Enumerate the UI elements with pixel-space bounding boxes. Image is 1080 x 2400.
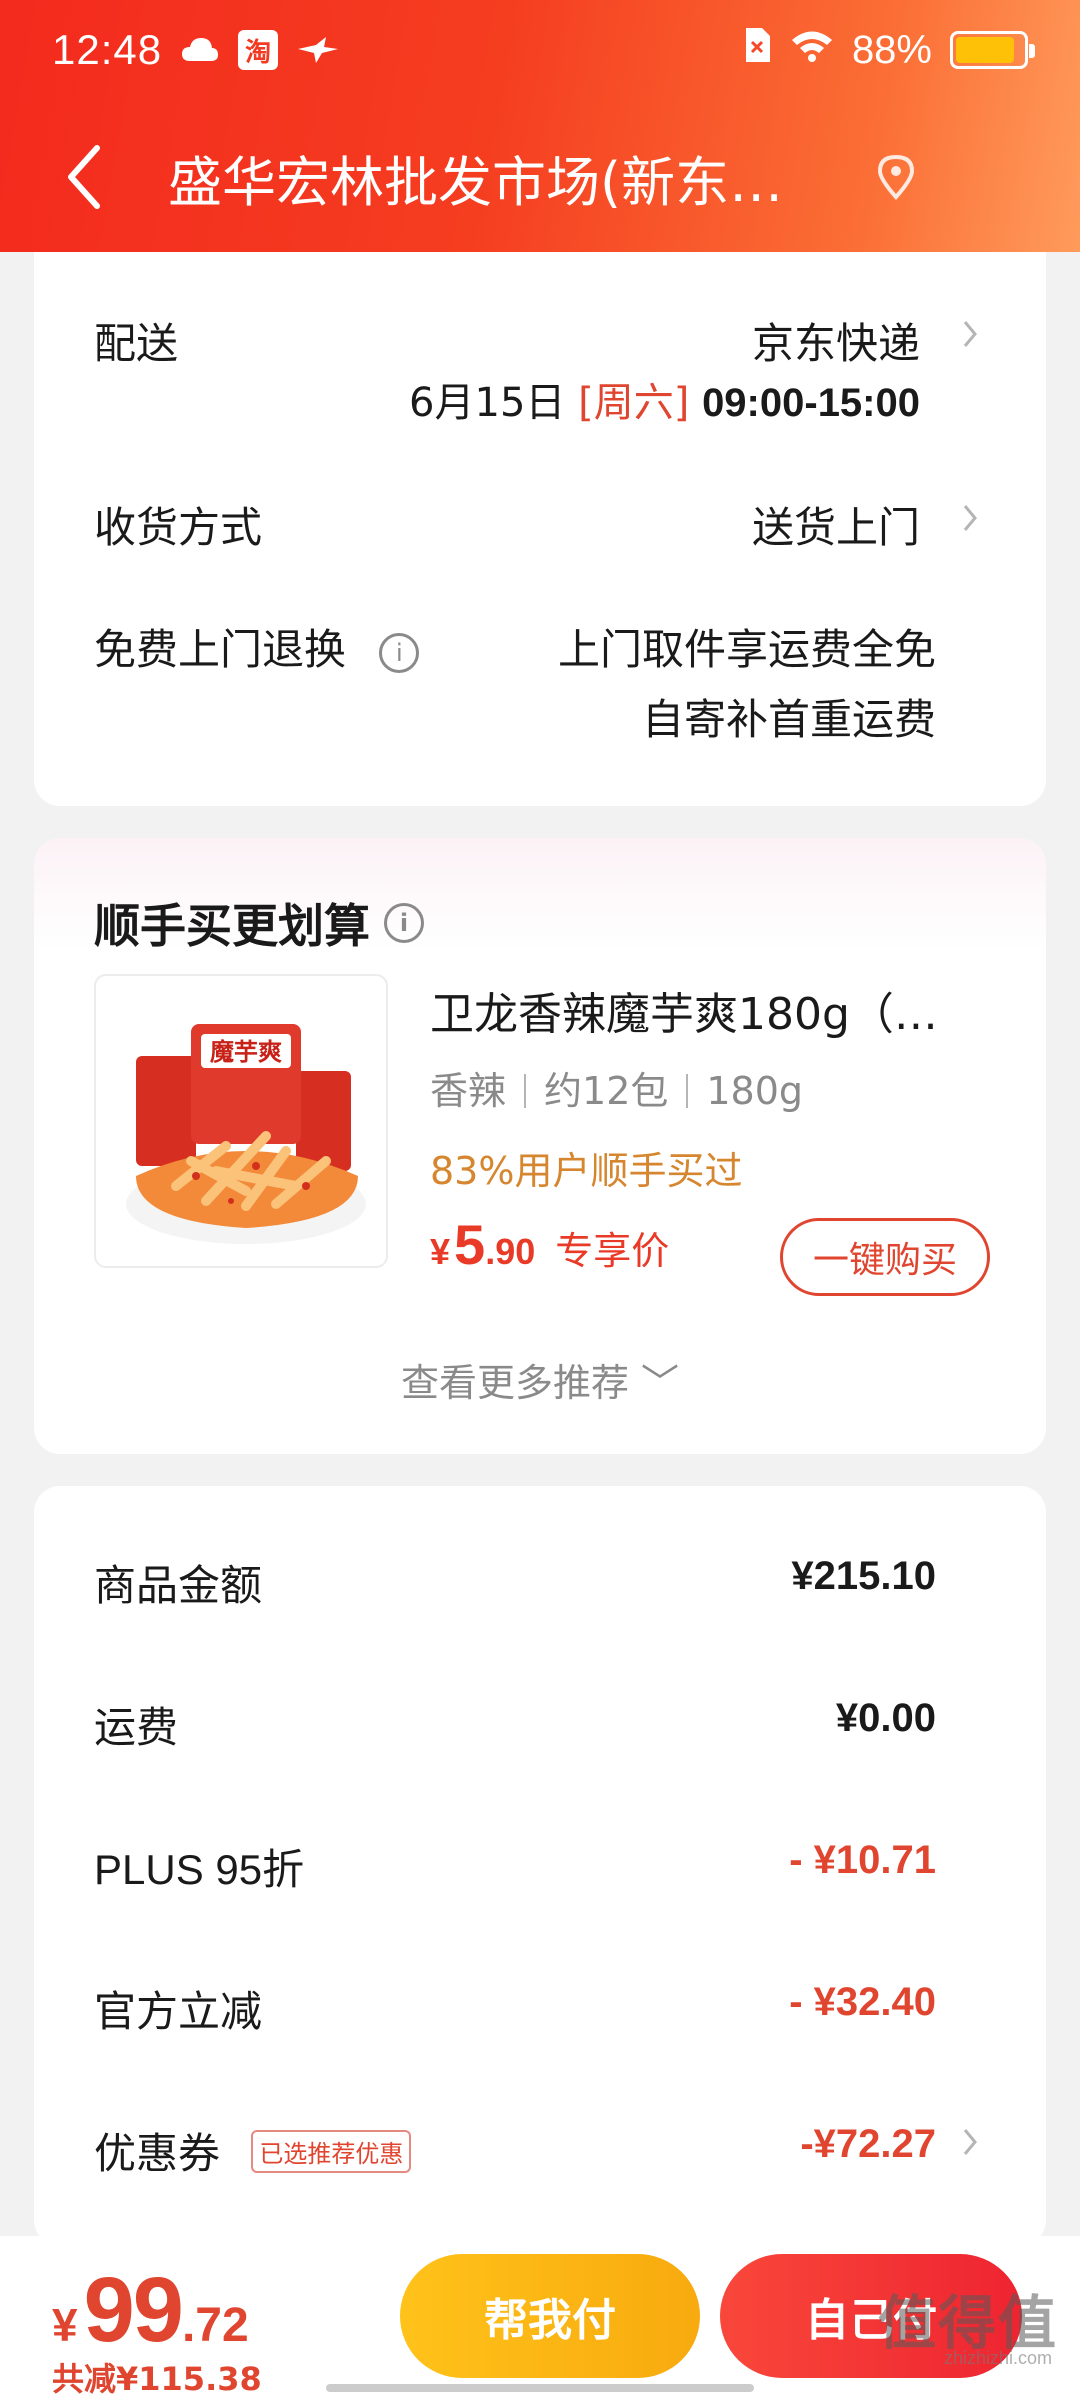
delivery-card: 配送 京东快递 6月15日 [周六] 09:00-15:00 收货方式 送货上门… bbox=[34, 190, 1046, 806]
spec-divider bbox=[686, 1074, 689, 1108]
total-price: ¥ 99 .72 bbox=[52, 2258, 249, 2363]
delivery-date[interactable]: 6月15日 [周六] 09:00-15:00 bbox=[409, 370, 920, 428]
product-hint: 83%用户顺手买过 bbox=[430, 1149, 743, 1193]
free-return-value-2: 自寄补首重运费 bbox=[641, 695, 936, 744]
delivery-value[interactable]: 京东快递 bbox=[752, 310, 920, 371]
product-name[interactable]: 卫龙香辣魔芋爽180g（… bbox=[430, 978, 990, 1042]
nav-bar: 盛华宏林批发市场(新东… bbox=[0, 132, 1080, 222]
product-image[interactable]: 魔芋爽 bbox=[94, 974, 388, 1268]
location-pin-icon bbox=[877, 154, 915, 201]
more-recommend-link[interactable]: 查看更多推荐 ﹀ bbox=[34, 1352, 1046, 1407]
free-return-text: 免费上门退换 bbox=[94, 625, 347, 674]
wifi-icon bbox=[790, 28, 834, 73]
pay-for-me-button[interactable]: 帮我付 bbox=[400, 2254, 700, 2378]
sim-off-icon bbox=[742, 26, 772, 74]
delivery-label: 配送 bbox=[94, 319, 179, 368]
one-click-buy-button[interactable]: 一键购买 bbox=[780, 1218, 990, 1296]
spec-divider bbox=[524, 1074, 527, 1108]
taobao-icon: 淘 bbox=[238, 30, 279, 70]
plus-discount-value: - ¥10.71 bbox=[789, 1838, 936, 1882]
price-integer: 5 bbox=[454, 1213, 486, 1276]
taobao-badge: 淘 bbox=[238, 30, 279, 70]
amount-card: 商品金额 ¥215.10 运费 ¥0.00 PLUS 95折 - ¥10.71 … bbox=[34, 1486, 1046, 2246]
delivery-weekday: [周六] bbox=[578, 380, 690, 426]
header: 12:48 淘 88% 盛华宏林批发市场(新东… bbox=[0, 0, 1080, 252]
store-title: 盛华宏林批发市场(新东… bbox=[168, 150, 784, 214]
total-decimal: .72 bbox=[181, 2299, 249, 2352]
battery-fill bbox=[956, 37, 1015, 63]
shipping-row-label: 运费 bbox=[94, 1703, 179, 1752]
total-integer: 99 bbox=[83, 2259, 184, 2361]
watermark-url: zhizhizhi.com bbox=[943, 2348, 1052, 2368]
recommend-title-text: 顺手买更划算 bbox=[94, 899, 370, 953]
spec-count: 约12包 bbox=[544, 1069, 669, 1113]
amount-row-value: ¥215.10 bbox=[791, 1554, 936, 1598]
recommend-card: 顺手买更划算 i 魔芋爽 卫龙香辣魔芋爽180g（… 香辣 约12包 180g … bbox=[34, 838, 1046, 1454]
delivery-time-range: 09:00-15:00 bbox=[702, 381, 920, 425]
status-bar: 12:48 淘 88% bbox=[52, 22, 1035, 78]
receive-method-value[interactable]: 送货上门 bbox=[752, 494, 920, 555]
free-return-label: 免费上门退换 i bbox=[94, 616, 420, 677]
official-discount-value: - ¥32.40 bbox=[789, 1980, 936, 2024]
chevron-right-icon[interactable] bbox=[950, 314, 990, 354]
saved-amount[interactable]: 共减¥115.38 bbox=[52, 2354, 262, 2400]
home-indicator[interactable] bbox=[326, 2384, 754, 2392]
total-currency: ¥ bbox=[52, 2299, 78, 2351]
spec-flavor: 香辣 bbox=[430, 1069, 507, 1113]
bird-icon bbox=[296, 35, 340, 65]
cloud-icon bbox=[180, 35, 220, 65]
chevron-right-icon[interactable] bbox=[950, 2122, 990, 2162]
price-tag: 专享价 bbox=[555, 1229, 670, 1273]
price-decimal: .90 bbox=[485, 1231, 536, 1272]
location-button[interactable] bbox=[866, 147, 926, 207]
back-arrow-icon bbox=[68, 145, 100, 209]
official-discount-label: 官方立减 bbox=[94, 1987, 263, 2036]
coupon-label: 优惠券 bbox=[94, 2129, 221, 2178]
battery-percent: 88% bbox=[851, 27, 932, 72]
amount-row-label: 商品金额 bbox=[94, 1561, 263, 1610]
info-icon[interactable]: i bbox=[379, 632, 420, 673]
shipping-row-value: ¥0.00 bbox=[835, 1696, 936, 1740]
plus-discount-label: PLUS 95折 bbox=[94, 1846, 305, 1893]
spec-weight: 180g bbox=[706, 1069, 804, 1113]
receive-method-label: 收货方式 bbox=[94, 503, 263, 552]
bottom-bar: ¥ 99 .72 共减¥115.38 帮我付 自己付 值得值 zhizhizhi… bbox=[0, 2236, 1080, 2400]
coupon-tag: 已选推荐优惠 bbox=[251, 2130, 412, 2173]
product-price: ¥ 5 .90 专享价 bbox=[430, 1212, 669, 1277]
recommend-title: 顺手买更划算 i bbox=[94, 890, 424, 956]
battery-icon bbox=[950, 31, 1035, 69]
delivery-date-day: 6月15日 bbox=[409, 380, 566, 426]
info-icon[interactable]: i bbox=[384, 903, 424, 943]
package-brand-label: 魔芋爽 bbox=[210, 1038, 282, 1066]
back-button[interactable] bbox=[30, 132, 140, 222]
coupon-value[interactable]: -¥72.27 bbox=[800, 2122, 936, 2167]
product-spec: 香辣 约12包 180g bbox=[430, 1060, 803, 1115]
free-return-value-1: 上门取件享运费全免 bbox=[557, 625, 936, 674]
coupon-row[interactable]: 优惠券 已选推荐优惠 bbox=[94, 2120, 412, 2181]
status-right: 88% bbox=[742, 26, 1035, 74]
status-time: 12:48 bbox=[52, 26, 163, 73]
price-currency: ¥ bbox=[430, 1231, 451, 1272]
chevron-right-icon[interactable] bbox=[950, 498, 990, 538]
